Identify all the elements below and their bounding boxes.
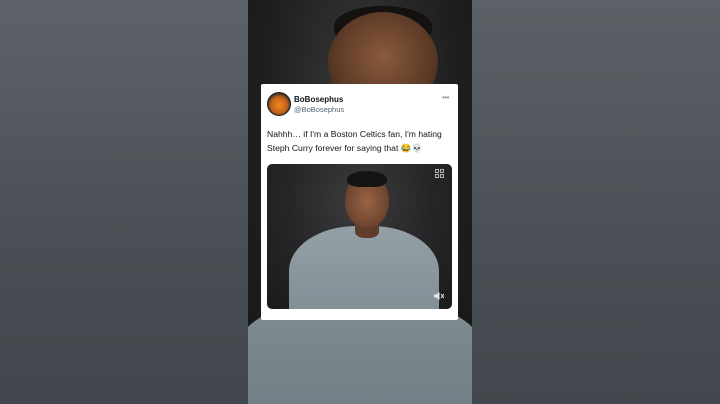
blurred-background-right	[472, 0, 720, 404]
video-person-hair	[347, 171, 387, 187]
author-name[interactable]: BoBosephus	[294, 95, 343, 104]
author-handle[interactable]: @BoBosephus	[294, 105, 344, 114]
more-options-icon[interactable]: •••	[442, 93, 449, 102]
author-avatar[interactable]	[267, 92, 291, 116]
tweet-card[interactable]: BoBosephus @BoBosephus ••• Nahhh… if I'm…	[261, 84, 458, 320]
tweet-video[interactable]	[267, 164, 452, 309]
grid-icon[interactable]	[435, 169, 444, 178]
tweet-text: Nahhh… if I'm a Boston Celtics fan, I'm …	[267, 129, 442, 153]
blurred-background-left	[0, 0, 248, 404]
volume-muted-icon[interactable]	[433, 290, 445, 302]
video-person-hoodie	[289, 226, 439, 309]
